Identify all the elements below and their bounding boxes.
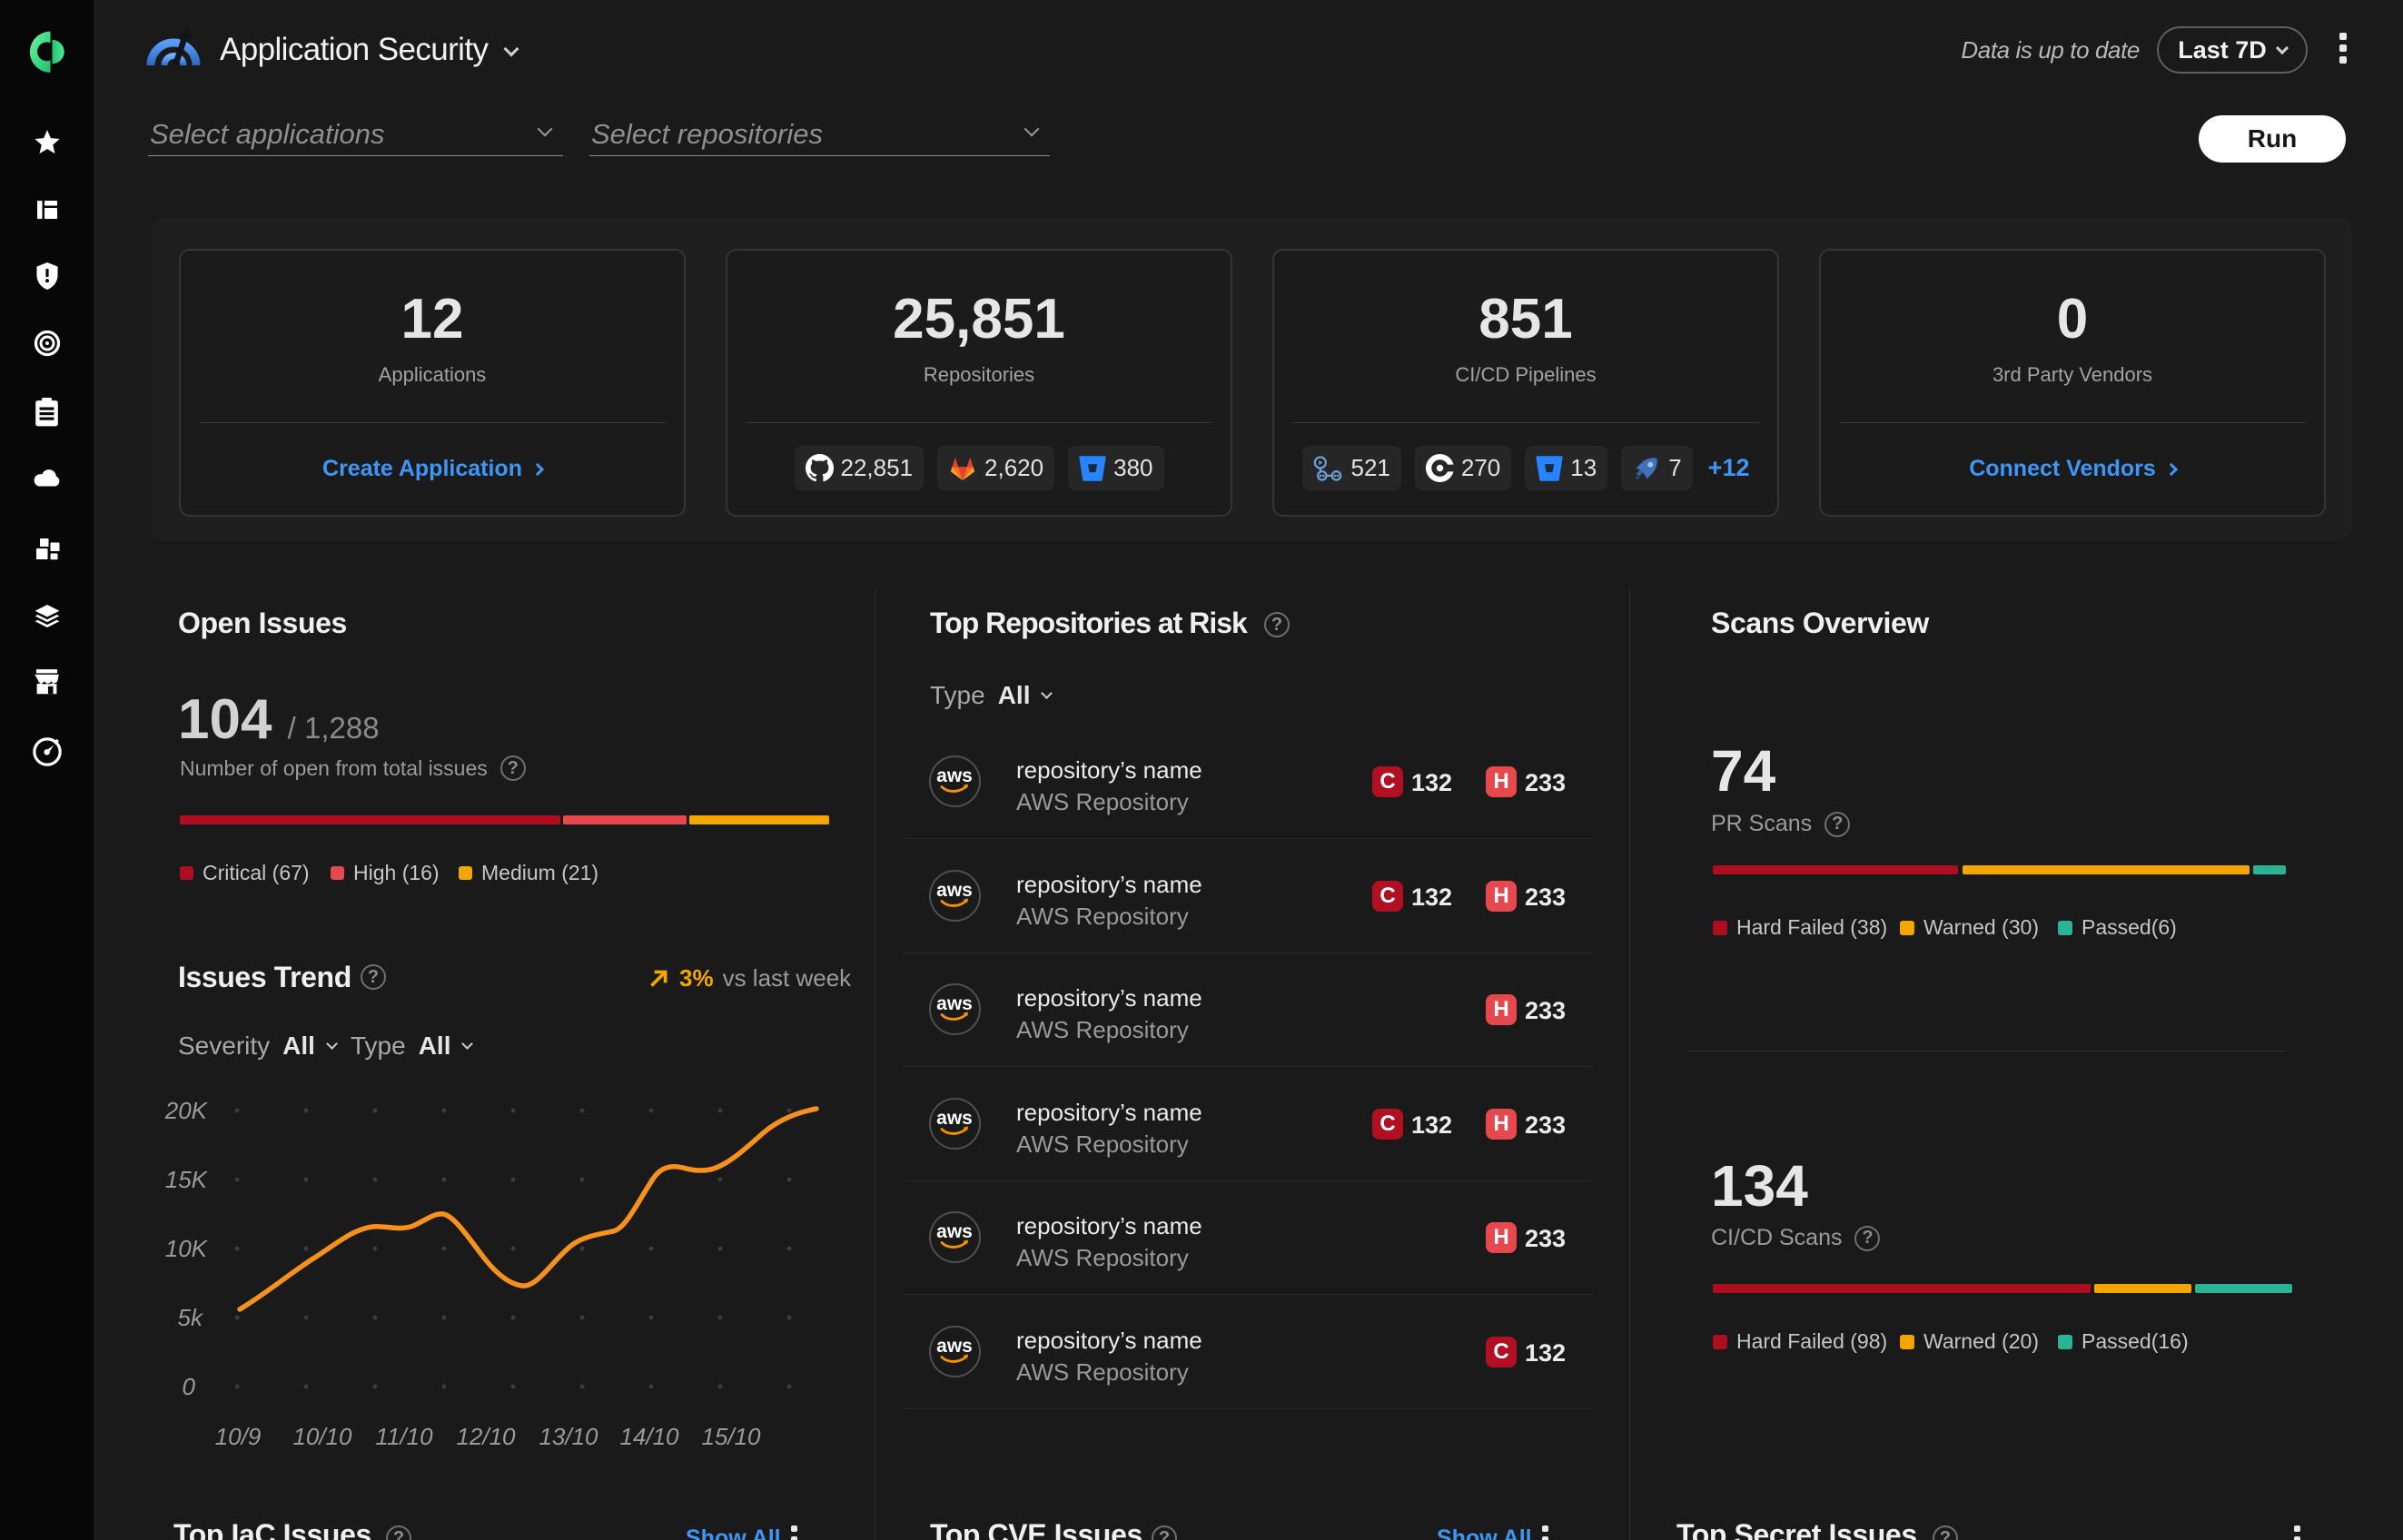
svg-text:aws: aws xyxy=(936,1336,973,1357)
svg-text:20K: 20K xyxy=(164,1097,209,1124)
svg-text:14/10: 14/10 xyxy=(619,1423,679,1450)
svg-text:aws: aws xyxy=(936,993,973,1014)
svg-text:aws: aws xyxy=(936,1221,973,1242)
svg-text:0: 0 xyxy=(183,1373,196,1400)
svg-text:10/9: 10/9 xyxy=(215,1423,262,1450)
svg-text:aws: aws xyxy=(936,880,973,901)
svg-text:10K: 10K xyxy=(165,1235,209,1262)
svg-text:5k: 5k xyxy=(178,1304,204,1331)
svg-text:11/10: 11/10 xyxy=(375,1423,433,1450)
svg-text:15/10: 15/10 xyxy=(701,1423,761,1450)
svg-text:13/10: 13/10 xyxy=(539,1423,598,1450)
svg-text:aws: aws xyxy=(936,1108,973,1129)
svg-text:12/10: 12/10 xyxy=(456,1423,516,1450)
svg-text:aws: aws xyxy=(936,765,973,786)
svg-text:15K: 15K xyxy=(165,1166,209,1193)
svg-text:10/10: 10/10 xyxy=(292,1423,352,1450)
